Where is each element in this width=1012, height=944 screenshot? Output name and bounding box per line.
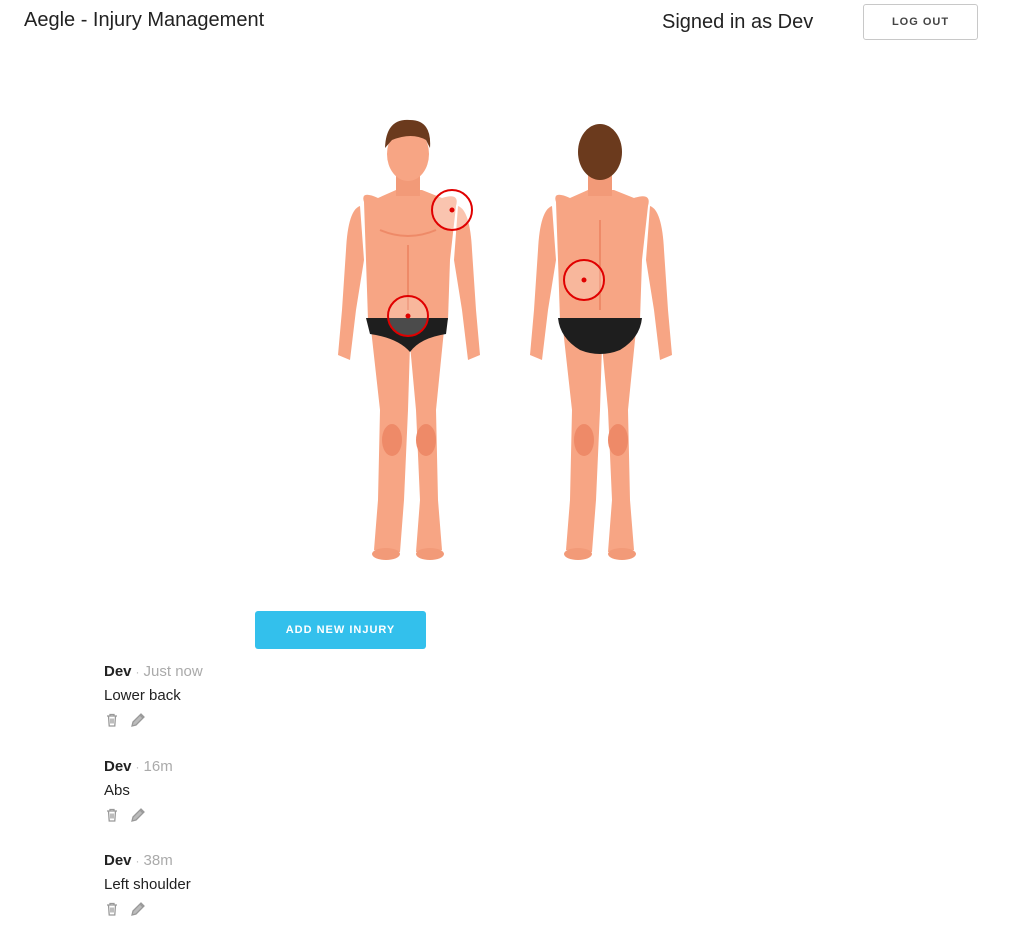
body-back-view[interactable] xyxy=(530,124,672,560)
body-map[interactable] xyxy=(320,110,680,570)
trash-icon[interactable] xyxy=(104,712,120,728)
injury-author: Dev xyxy=(104,663,132,680)
front-left-arm xyxy=(338,206,364,360)
injury-entry: Dev · 16m Abs xyxy=(104,755,504,850)
app-title: Aegle - Injury Management xyxy=(24,9,265,31)
injury-timestamp: 38m xyxy=(143,852,173,869)
back-left-arm xyxy=(530,206,556,360)
back-torso xyxy=(555,190,649,320)
injury-entry: Dev · Just now Lower back xyxy=(104,660,504,755)
injury-actions xyxy=(104,899,504,919)
injury-meta: Dev · 16m xyxy=(104,755,504,779)
trash-icon[interactable] xyxy=(104,901,120,917)
pencil-icon[interactable] xyxy=(130,807,146,823)
pencil-icon[interactable] xyxy=(130,712,146,728)
meta-separator: · xyxy=(135,759,140,774)
body-front-view[interactable] xyxy=(338,119,480,560)
injury-list: Dev·Just now Lower back Dev·16m Abs xyxy=(104,660,504,944)
injury-meta: Dev · 38m xyxy=(104,849,504,873)
marker-lower-back[interactable] xyxy=(563,259,605,301)
injury-description: Lower back xyxy=(104,687,181,704)
injury-timestamp: Just now xyxy=(143,663,203,680)
injury-author: Dev xyxy=(104,757,132,775)
meta-separator: · xyxy=(135,854,140,868)
logout-button[interactable]: LOG OUT xyxy=(863,4,978,40)
pencil-icon[interactable] xyxy=(130,901,146,917)
injury-description: Abs xyxy=(104,781,130,799)
signed-in-label: Signed in as Dev xyxy=(662,11,814,33)
injury-author: Dev xyxy=(104,852,132,869)
injury-entry: Dev · 38m Left shoulder xyxy=(104,849,504,944)
injury-actions xyxy=(104,805,504,825)
back-head xyxy=(578,124,622,180)
trash-icon[interactable] xyxy=(104,807,120,823)
injury-meta: Dev · Just now xyxy=(104,660,504,684)
add-new-injury-button[interactable]: ADD NEW INJURY xyxy=(255,611,426,649)
meta-separator: · xyxy=(135,665,140,679)
back-right-arm xyxy=(646,206,672,360)
injury-actions xyxy=(104,710,504,730)
injury-description: Left shoulder xyxy=(104,876,191,893)
marker-left-shoulder[interactable] xyxy=(431,189,473,231)
marker-abs[interactable] xyxy=(387,295,429,337)
injury-timestamp: 16m xyxy=(143,757,173,775)
